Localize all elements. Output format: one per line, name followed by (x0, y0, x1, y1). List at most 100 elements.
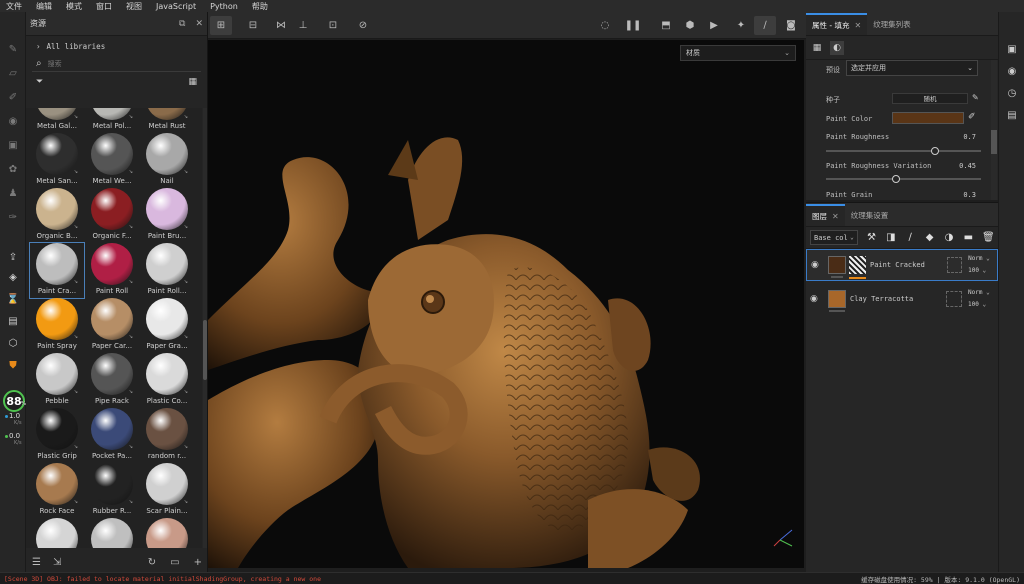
material-item[interactable]: ↘ Paint Cra... (29, 242, 85, 299)
close-icon[interactable]: ✕ (832, 212, 839, 221)
material-item[interactable]: ↘ Rock Face (30, 463, 84, 518)
add-paint-layer-icon[interactable]: ∕ (905, 232, 916, 243)
layer-paint-cracked[interactable]: ◉ Paint Cracked Norm ⌄ 100 ⌄ (806, 249, 998, 281)
all-libraries-breadcrumb[interactable]: › All libraries (26, 36, 207, 56)
material-item[interactable]: ↘ Organic F... (85, 188, 139, 243)
add-icon[interactable]: + (194, 557, 202, 568)
paint-brush-icon[interactable]: ∕ (754, 16, 776, 35)
clone-tool-icon[interactable]: ♟ (6, 186, 20, 200)
close-icon[interactable]: ✕ (195, 19, 203, 29)
material-item[interactable]: ↘ Scar Plain... (140, 463, 194, 518)
material-item[interactable]: ↘ Organic B... (30, 188, 84, 243)
camera-reset-icon[interactable]: ⊘ (354, 16, 372, 35)
effects-icon[interactable]: ⚒ (866, 232, 877, 243)
3d-viewport[interactable]: 材质 ⌄ (208, 40, 804, 568)
add-mask-icon[interactable]: ◨ (885, 232, 896, 243)
material-item[interactable]: ↘ Metal Pol... (85, 108, 139, 133)
symmetry-icon[interactable]: ✦ (732, 16, 750, 35)
export-icon[interactable]: ⇪ (6, 250, 20, 264)
viewport-mode-dropdown[interactable]: 材质 ⌄ (680, 45, 796, 61)
material-item[interactable]: ↘ (140, 518, 194, 548)
material-item[interactable]: ↘ Pocket Pa... (85, 408, 139, 463)
material-item[interactable]: ↘ Paper Gra... (140, 298, 194, 353)
layer-blend[interactable]: Norm ⌄ 100 ⌄ (968, 253, 993, 277)
layer-mask-slot[interactable] (946, 257, 963, 273)
tab-texture-set-settings[interactable]: 纹理集设置 (845, 204, 895, 226)
shield-icon[interactable]: ⛊ (6, 358, 20, 372)
bake-icon[interactable]: ◈ (6, 270, 20, 284)
layer-mask-slot[interactable] (946, 291, 962, 307)
eye-icon[interactable]: ◉ (811, 260, 824, 270)
material-item[interactable]: ↘ Paint Roll (85, 243, 139, 298)
material-item[interactable]: ↘ Metal We... (85, 133, 139, 188)
refresh-icon[interactable]: ↻ (148, 557, 156, 568)
slider-knob[interactable] (930, 147, 939, 155)
mirror-y-icon[interactable]: ⊥ (294, 16, 312, 35)
search-input[interactable] (47, 59, 188, 68)
material-item[interactable]: ↘ Paint Bru... (140, 188, 194, 243)
projection-tool-icon[interactable]: ✐ (6, 90, 20, 104)
material-item[interactable]: ↘ Nail (140, 133, 194, 188)
delete-icon[interactable]: 🗑 (982, 232, 995, 243)
frame-icon[interactable]: ⊡ (324, 16, 342, 35)
hide-icon[interactable]: ◌ (596, 16, 614, 35)
close-icon[interactable]: ✕ (854, 21, 861, 30)
material-item[interactable]: ↘ Paper Car... (85, 298, 139, 353)
menu-python[interactable]: Python (210, 2, 238, 11)
material-item[interactable]: ↘ Metal Gal... (30, 108, 84, 133)
paint-roughness-slider[interactable] (826, 147, 981, 155)
document-icon[interactable]: ▤ (6, 314, 20, 328)
add-smart-material-icon[interactable]: ◑ (943, 232, 954, 243)
random-seed-button[interactable]: 随机 (892, 93, 968, 104)
grid-2d-icon[interactable]: ⊞ (210, 16, 232, 35)
tab-properties-fill[interactable]: 属性 - 填充 ✕ (806, 13, 868, 35)
pencil-icon[interactable]: ✎ (972, 93, 979, 102)
log-icon[interactable]: ▤ (1005, 108, 1019, 122)
material-icon[interactable]: ▦ (810, 41, 824, 55)
menu-javascript[interactable]: JavaScript (156, 2, 196, 11)
menu-help[interactable]: 帮助 (252, 1, 268, 12)
material-item[interactable]: ↘ Paint Roll... (140, 243, 194, 298)
display-settings-icon[interactable]: ▣ (1005, 42, 1019, 56)
paint-roughness-variation-slider[interactable] (826, 175, 981, 183)
material-item[interactable]: ↘ Plastic Grip (30, 408, 84, 463)
history-icon[interactable]: ⌛ (6, 292, 20, 306)
material-item[interactable]: ↘ Pipe Rack (85, 353, 139, 408)
brush-tool-icon[interactable]: ✎ (6, 42, 20, 56)
grid-view-icon[interactable]: ▦ (188, 77, 197, 87)
eyedropper-icon[interactable]: ✐ (968, 112, 976, 122)
eye-icon[interactable]: ◉ (810, 294, 824, 304)
material-item[interactable]: ↘ Pebble (30, 353, 84, 408)
assets-scrollbar[interactable] (203, 108, 207, 548)
screenshot-icon[interactable]: ◙ (782, 16, 800, 35)
material-item[interactable]: ↘ Metal Rust (140, 108, 194, 133)
eraser-tool-icon[interactable]: ▱ (6, 66, 20, 80)
menu-mode[interactable]: 模式 (66, 1, 82, 12)
material-item[interactable]: ↘ Paint Spray (30, 298, 84, 353)
filter-icon[interactable]: ⏷ (36, 77, 43, 87)
grid-3d-icon[interactable]: ⊟ (242, 16, 264, 35)
material-item[interactable]: ↘ Plastic Co... (140, 353, 194, 408)
smudge-tool-icon[interactable]: ✿ (6, 162, 20, 176)
material-item[interactable]: ↘ (30, 518, 84, 548)
layer-clay-terracotta[interactable]: ◉ Clay Terracotta Norm ⌄ 100 ⌄ (806, 283, 998, 315)
list-settings-icon[interactable]: ☰ (32, 557, 41, 568)
mirror-x-icon[interactable]: ⋈ (272, 16, 290, 35)
slider-knob[interactable] (891, 175, 900, 183)
projection-icon[interactable]: ⬒ (656, 16, 676, 35)
sphere-icon[interactable]: ◐ (830, 40, 844, 55)
history-icon[interactable]: ◷ (1005, 86, 1019, 100)
material-item[interactable]: ↘ Metal San... (30, 133, 84, 188)
new-folder-icon[interactable]: ▭ (170, 557, 179, 568)
picker-tool-icon[interactable]: ✑ (6, 210, 20, 224)
menu-window[interactable]: 窗口 (96, 1, 112, 12)
material-item[interactable]: ↘ random r... (140, 408, 194, 463)
tab-texture-set-list[interactable]: 纹理集列表 (867, 13, 917, 35)
fill-tool-icon[interactable]: ▣ (6, 138, 20, 152)
add-fill-layer-icon[interactable]: ◆ (924, 232, 935, 243)
properties-scrollbar[interactable] (991, 60, 997, 200)
preset-dropdown[interactable]: 选定并应用 ⌄ (846, 60, 978, 76)
shader-settings-icon[interactable]: ◉ (1005, 64, 1019, 78)
undock-icon[interactable]: ⧉ (179, 19, 185, 29)
cube-icon[interactable]: ⬡ (6, 336, 20, 350)
